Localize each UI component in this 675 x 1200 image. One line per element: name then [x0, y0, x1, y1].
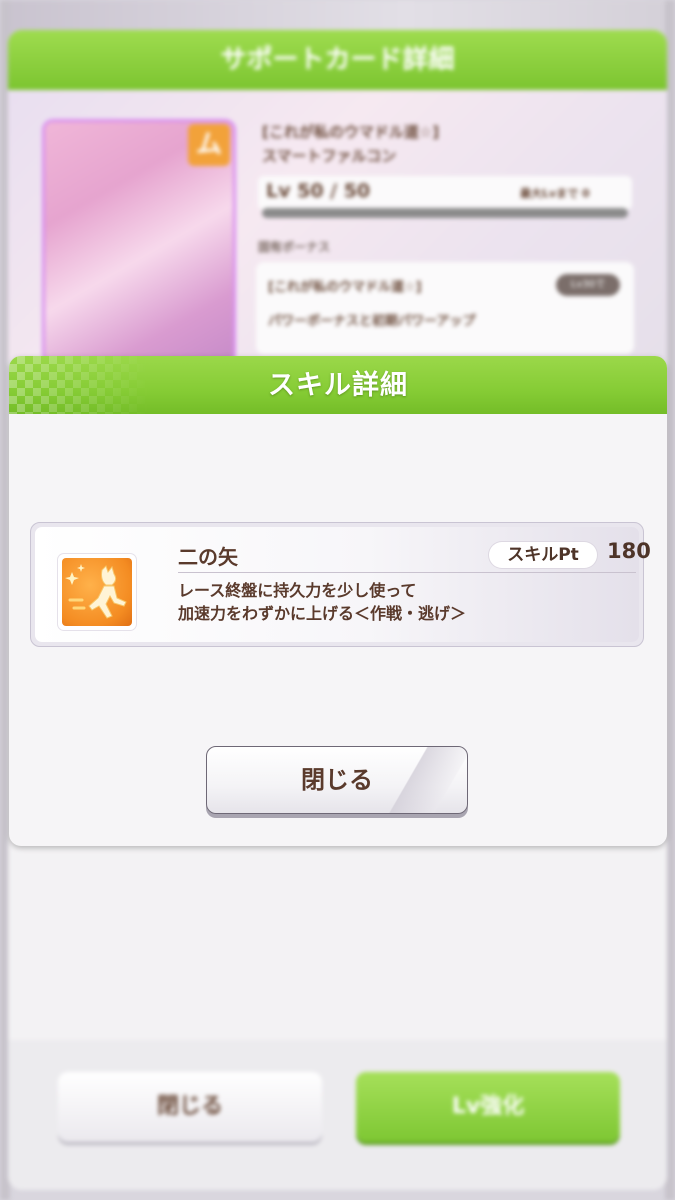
support-card-header: サポートカード詳細: [8, 30, 667, 90]
level-bar: [262, 208, 628, 218]
close-button-label: 閉じる: [301, 766, 373, 794]
level-remaining: 最大Lvまで 0: [520, 187, 590, 200]
skill-card: 二の矢 スキルPt 180 レース終盤に持久力を少し使って 加速力をわずかに上げ…: [30, 522, 651, 647]
skill-name: 二の矢: [178, 545, 238, 569]
skill-pt-value: 180: [607, 539, 651, 563]
bonus-heading: 固有ボーナス: [258, 240, 331, 254]
dialog-title: スキル詳細: [268, 370, 408, 401]
skill-pt-label: スキルPt: [489, 542, 597, 568]
background-close-button: 閉じる: [58, 1072, 322, 1142]
skill-detail-dialog: スキル詳細 二の矢 スキルPt 180 レース終盤に持久力を少し使って 加速力を…: [9, 356, 667, 846]
skill-card-inner: 二の矢 スキルPt 180 レース終盤に持久力を少し使って 加速力をわずかに上げ…: [35, 527, 651, 642]
skill-divider: [178, 572, 636, 573]
dialog-header: スキル詳細: [9, 356, 667, 414]
skill-description-line-2: 加速力をわずかに上げる＜作戦・逃げ＞: [178, 604, 467, 623]
running-speed-icon: [62, 558, 132, 626]
bonus-level-pill: Lv30で: [556, 274, 620, 296]
lv-up-button: Lv強化: [356, 1072, 620, 1142]
skill-description: レース終盤に持久力を少し使って 加速力をわずかに上げる＜作戦・逃げ＞: [178, 579, 638, 625]
bonus-line-1: [これが私のウマドル道☆]: [268, 280, 422, 295]
skill-description-line-1: レース終盤に持久力を少し使って: [178, 581, 417, 600]
close-button[interactable]: 閉じる: [206, 746, 468, 814]
card-title: [これが私のウマドル道☆] スマートファルコン: [262, 123, 440, 165]
bonus-line-2: パワーボーナスと初期パワーアップ: [268, 314, 476, 329]
card-type-badge-icon: ム: [188, 124, 230, 166]
level-text: Lv 50 / 50: [266, 180, 371, 202]
